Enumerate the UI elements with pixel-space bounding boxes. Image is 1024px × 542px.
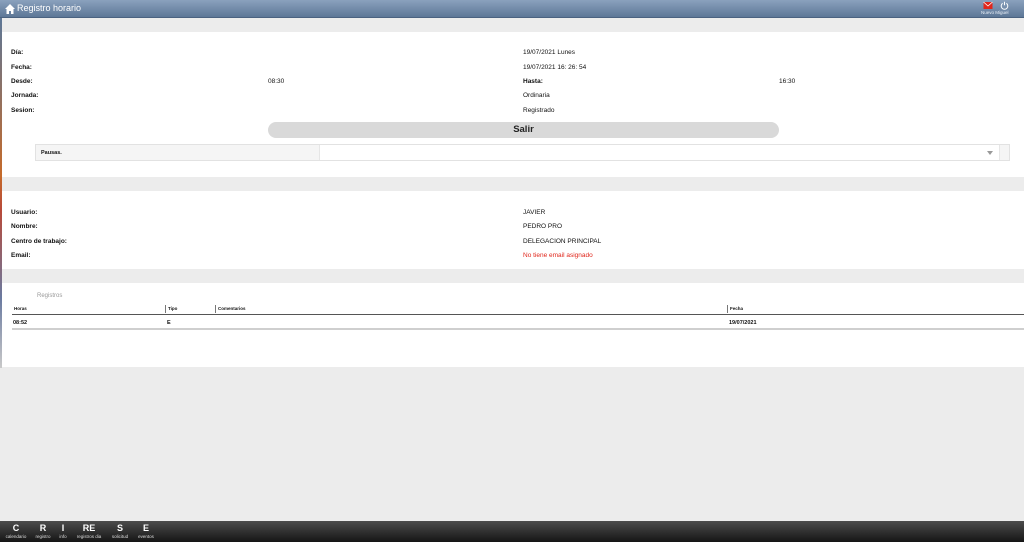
fecha-value: 19/07/2021 16: 26: 54 (523, 64, 587, 71)
user-panel (2, 191, 1024, 269)
centro-label: Centro de trabajo: (11, 238, 67, 245)
nav-eventos-letter: E (142, 523, 149, 533)
nav-registros-dia-label: registros dia (76, 534, 102, 539)
nav-calendario[interactable]: C calendario (3, 523, 29, 540)
centro-value: DELEGACION PRINCIPAL (523, 238, 602, 245)
column-comentarios[interactable]: Comentarios (215, 305, 246, 313)
hasta-label: Hasta: (523, 78, 543, 85)
home-icon[interactable] (4, 3, 16, 15)
footer-nav: C calendario R registro I info RE regist… (0, 521, 1024, 542)
usuario-value: JAVIER (523, 209, 546, 216)
cell-tipo: E (167, 320, 171, 326)
registros-title: Registros (37, 293, 63, 299)
sesion-label: Sesion: (11, 107, 35, 114)
nombre-value: PEDRO PRO (523, 223, 563, 230)
nombre-label: Nombre: (11, 223, 38, 230)
nav-solicitud-label: solicitud (111, 534, 129, 539)
page-title: Registro horario (17, 3, 82, 13)
nav-registro[interactable]: R registro (33, 523, 53, 540)
top-bar: Registro horario Nuevo Miguel (0, 0, 1024, 18)
cell-hora: 08:52 (13, 320, 28, 326)
column-fecha[interactable]: Fecha (727, 305, 743, 313)
jornada-label: Jornada: (11, 92, 39, 99)
power-icon[interactable] (1000, 1, 1009, 10)
nav-calendario-letter: C (12, 523, 20, 533)
nav-eventos-label: eventos (138, 534, 154, 539)
nav-info-label: info (59, 534, 67, 539)
pausas-select[interactable] (319, 145, 1000, 160)
mail-icon[interactable] (983, 1, 993, 10)
chevron-down-icon[interactable] (987, 151, 993, 155)
nav-registros-dia[interactable]: RE registros dia (73, 523, 105, 540)
nav-info[interactable]: I info (57, 523, 69, 540)
table-header: Horas Tipo Comentarios Fecha (12, 304, 1024, 315)
desde-label: Desde: (11, 78, 33, 85)
nav-eventos[interactable]: E eventos (135, 523, 157, 540)
hasta-value: 16:30 (779, 78, 796, 85)
dia-value: 19/07/2021 Lunes (523, 49, 576, 56)
fecha-label: Fecha: (11, 64, 32, 71)
nav-registro-letter: R (39, 523, 47, 533)
column-hora[interactable]: Horas (12, 306, 27, 311)
cell-fecha: 19/07/2021 (729, 320, 757, 326)
sesion-value: Registrado (523, 107, 555, 114)
column-tipo[interactable]: Tipo (165, 305, 177, 313)
email-label: Email: (11, 252, 31, 259)
table-row[interactable]: 08:52 E 19/07/2021 (12, 316, 1024, 330)
nav-calendario-label: calendario (5, 534, 27, 539)
salir-button[interactable]: Salir (268, 122, 779, 138)
pausas-label: Pausas. (41, 150, 62, 156)
nav-info-letter: I (61, 523, 65, 533)
usuario-label: Usuario: (11, 209, 38, 216)
nav-registro-label: registro (35, 534, 51, 539)
nav-solicitud-letter: S (116, 523, 123, 533)
user-name[interactable]: Nuevo Miguel (981, 10, 1009, 15)
nav-registros-dia-letter: RE (82, 523, 96, 533)
jornada-value: Ordinaria (523, 92, 550, 99)
desde-value: 08:30 (268, 78, 285, 85)
nav-solicitud[interactable]: S solicitud (108, 523, 132, 540)
dia-label: Día: (11, 49, 24, 56)
pausas-row: Pausas. (35, 144, 1010, 161)
email-value: No tiene email asignado (523, 252, 593, 259)
